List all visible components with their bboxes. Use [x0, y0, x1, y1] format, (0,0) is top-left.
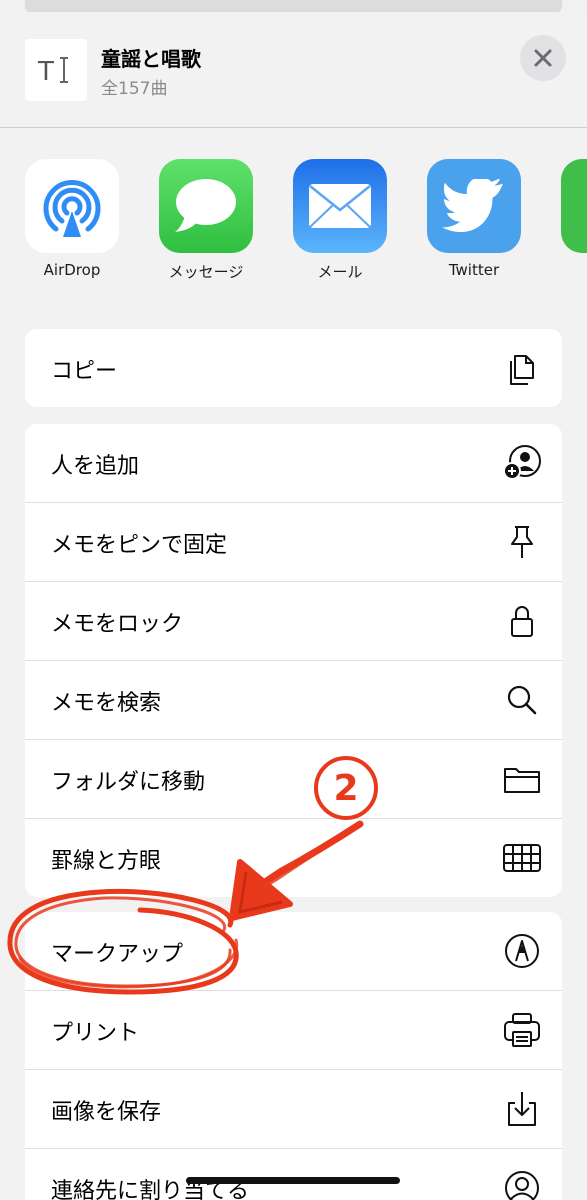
action-label: 人を追加 [51, 454, 140, 479]
app-partial-next[interactable] [561, 159, 587, 253]
app-share-row: AirDrop メッセージ メール Twitter [0, 159, 587, 289]
app-label: メール [317, 263, 363, 281]
action-label: マークアップ [51, 942, 184, 967]
action-save-image[interactable]: 画像を保存 [25, 1070, 562, 1149]
close-button[interactable] [520, 35, 566, 81]
lock-icon [511, 606, 533, 637]
app-airdrop[interactable]: AirDrop [25, 159, 119, 279]
grid-icon [503, 844, 541, 872]
add-person-icon [503, 445, 541, 480]
twitter-icon [427, 159, 521, 253]
copy-icon [510, 355, 534, 385]
airdrop-icon [25, 159, 119, 253]
close-icon [534, 49, 552, 67]
action-label: メモを検索 [51, 691, 162, 716]
action-label: 罫線と方眼 [51, 849, 162, 874]
app-messages[interactable]: メッセージ [159, 159, 253, 282]
search-icon [507, 685, 537, 715]
folder-icon [504, 768, 540, 793]
app-label: Twitter [448, 261, 500, 279]
svg-text:T: T [37, 57, 54, 87]
action-lines-grids[interactable]: 罫線と方眼 [25, 819, 562, 897]
action-assign-contact[interactable]: 連絡先に割り当てる [25, 1149, 562, 1200]
action-label: メモをピンで固定 [51, 533, 228, 558]
action-markup[interactable]: マークアップ [25, 912, 562, 991]
action-print[interactable]: プリント [25, 991, 562, 1070]
action-group-copy: コピー [25, 329, 562, 407]
action-copy[interactable]: コピー [25, 329, 562, 407]
share-sheet: T 童謡と唱歌 全157曲 AirDrop メッセージ メール Twitter … [0, 12, 587, 1200]
markup-icon [505, 934, 539, 968]
contact-icon [505, 1171, 539, 1200]
action-add-person[interactable]: 人を追加 [25, 424, 562, 503]
messages-icon [159, 159, 253, 253]
app-icon [561, 159, 587, 253]
save-image-icon [508, 1092, 536, 1126]
mail-icon [293, 159, 387, 253]
action-label: プリント [51, 1021, 140, 1046]
app-label: メッセージ [168, 263, 244, 281]
action-label: メモをロック [51, 612, 184, 637]
document-thumbnail: T [25, 39, 87, 101]
pin-icon [511, 526, 533, 558]
action-label: 画像を保存 [51, 1100, 162, 1125]
printer-icon [504, 1013, 540, 1047]
action-group-notes: 人を追加 メモをピンで固定 メモをロック メモを検索 フォルダに移動 罫線と方眼 [25, 424, 562, 897]
document-title: 童謡と唱歌 [101, 47, 201, 71]
action-move-folder[interactable]: フォルダに移動 [25, 740, 562, 819]
document-subtitle: 全157曲 [101, 79, 168, 99]
share-header: T 童謡と唱歌 全157曲 [0, 12, 587, 128]
app-label: AirDrop [43, 261, 101, 279]
action-label: フォルダに移動 [51, 770, 206, 795]
action-search-note[interactable]: メモを検索 [25, 661, 562, 740]
action-label: コピー [51, 359, 118, 384]
action-pin-note[interactable]: メモをピンで固定 [25, 503, 562, 582]
app-mail[interactable]: メール [293, 159, 387, 282]
action-group-more: マークアップ プリント 画像を保存 連絡先に割り当てる [25, 912, 562, 1200]
home-indicator[interactable] [186, 1177, 400, 1184]
text-cursor-icon: T [37, 57, 68, 87]
app-twitter[interactable]: Twitter [427, 159, 521, 279]
action-lock-note[interactable]: メモをロック [25, 582, 562, 661]
